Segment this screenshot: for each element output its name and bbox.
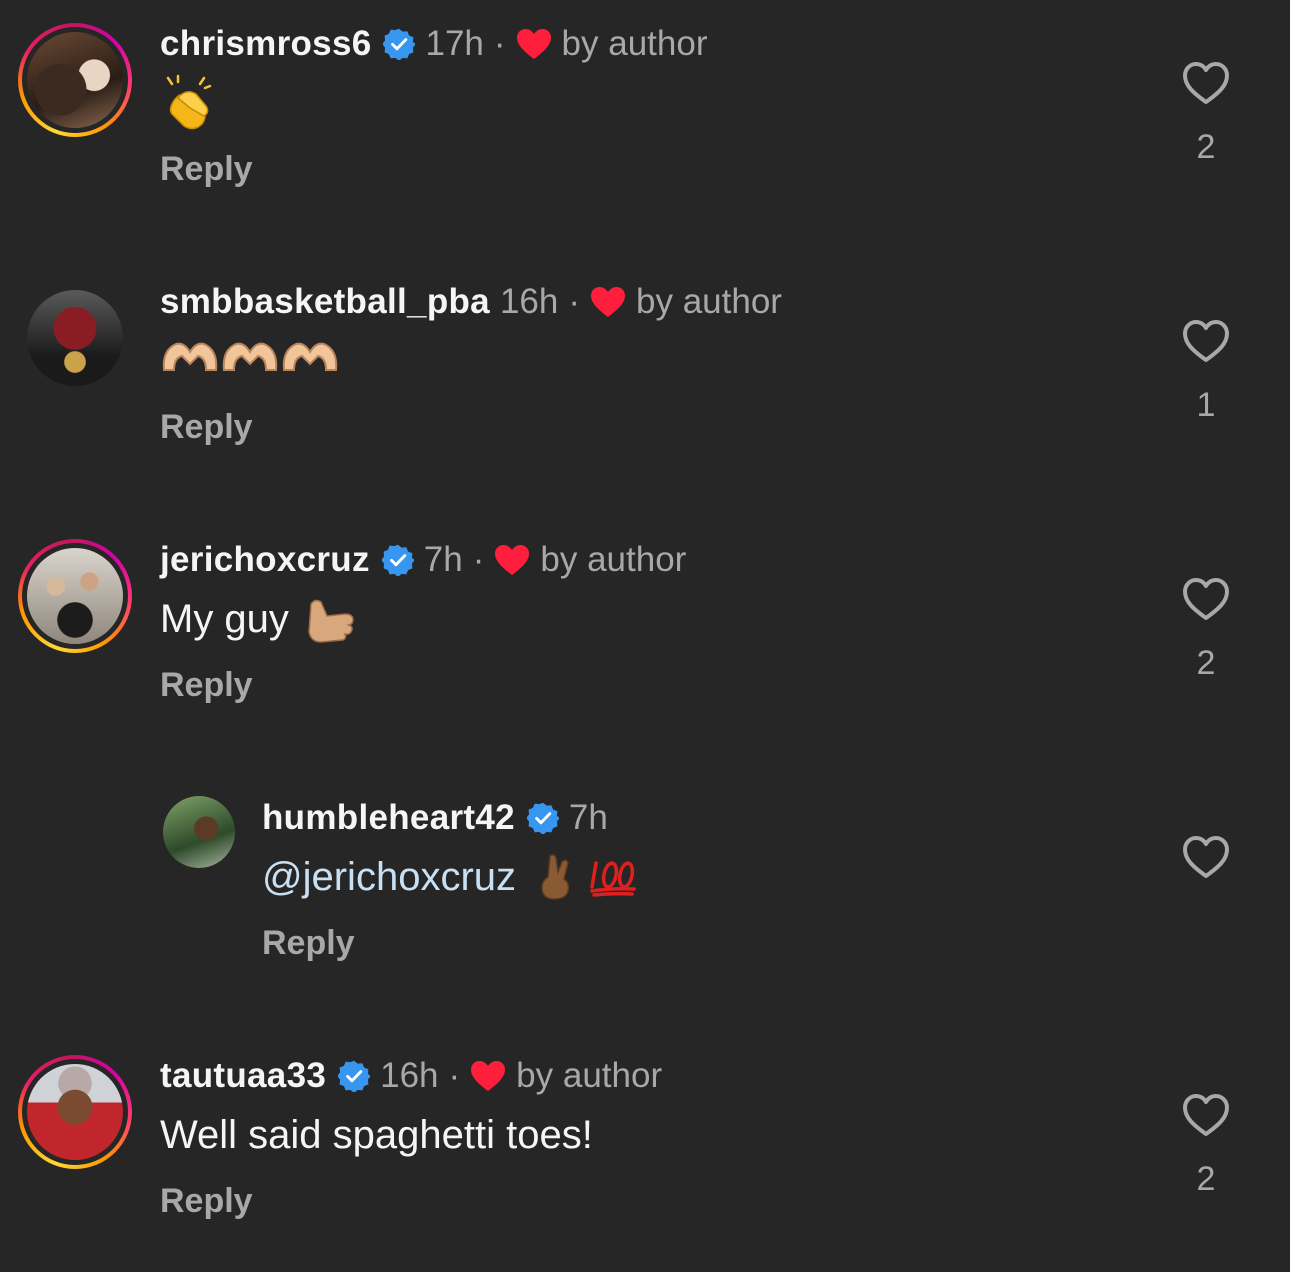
comment-text: @jerichoxcruz <box>262 852 638 902</box>
verified-badge-icon <box>527 802 559 834</box>
like-control: 2 <box>1180 576 1232 683</box>
comment-text <box>160 336 340 380</box>
comment-item: tautuaa33 16h · by author Well said spag… <box>0 1032 1290 1272</box>
mention-link[interactable]: @jerichoxcruz <box>262 852 516 902</box>
like-control: 1 <box>1180 318 1232 425</box>
avatar[interactable] <box>18 1055 132 1169</box>
nested-reply-item: humbleheart42 7h @jerichoxcruz Reply <box>0 774 1290 1032</box>
reply-button[interactable]: Reply <box>160 408 253 447</box>
comment-time: 16h <box>380 1056 439 1095</box>
separator-dot: · <box>493 24 506 63</box>
avatar[interactable] <box>18 539 132 653</box>
comment-text-content: Well said spaghetti toes! <box>160 1113 593 1157</box>
comment-item: smbbasketball_pba 16h · by author Reply … <box>0 258 1290 516</box>
hundred-points-icon <box>590 861 636 897</box>
like-count: 1 <box>1196 386 1216 424</box>
heart-hands-icon <box>162 342 338 371</box>
comment-username[interactable]: jerichoxcruz <box>160 538 370 582</box>
comment-time: 17h <box>425 24 484 63</box>
comment-item: chrismross6 17h · by author Reply 2 <box>0 0 1290 258</box>
comment-text-content: My guy <box>160 597 289 641</box>
like-control <box>1180 834 1232 880</box>
liked-by-author-label: by author <box>516 1056 663 1095</box>
comment-time: 7h <box>568 798 608 837</box>
comment-username[interactable]: humbleheart42 <box>262 796 515 840</box>
comment-time: 16h <box>499 282 559 321</box>
reply-button[interactable]: Reply <box>160 150 253 189</box>
reply-button[interactable]: Reply <box>262 924 355 963</box>
reply-button[interactable]: Reply <box>160 666 253 705</box>
liked-by-author-heart-icon <box>516 28 552 60</box>
comment-text <box>160 74 220 132</box>
verified-badge-icon <box>382 544 414 576</box>
separator-dot: · <box>448 1056 461 1095</box>
heart-outline-icon[interactable] <box>1181 1092 1231 1138</box>
verified-badge-icon <box>338 1060 370 1092</box>
heart-outline-icon[interactable] <box>1181 60 1231 106</box>
separator-dot: · <box>472 540 485 579</box>
comment-text: Well said spaghetti toes! <box>160 1110 593 1160</box>
liked-by-author-heart-icon <box>590 286 626 318</box>
comment-text: My guy <box>160 594 359 644</box>
avatar[interactable] <box>163 796 235 868</box>
heart-outline-icon[interactable] <box>1181 576 1231 622</box>
comment-username[interactable]: chrismross6 <box>160 22 371 66</box>
crossed-fingers-icon <box>541 854 570 900</box>
comment-time: 7h <box>423 540 463 579</box>
comment-username[interactable]: smbbasketball_pba <box>160 280 490 324</box>
liked-by-author-heart-icon <box>470 1060 506 1092</box>
call-me-hand-icon <box>308 599 354 643</box>
heart-outline-icon[interactable] <box>1181 834 1231 880</box>
avatar[interactable] <box>18 281 132 395</box>
like-count: 2 <box>1196 1160 1216 1198</box>
liked-by-author-label: by author <box>540 540 687 579</box>
like-control: 2 <box>1180 60 1232 167</box>
separator-dot: · <box>568 282 581 321</box>
like-count: 2 <box>1196 128 1216 166</box>
avatar[interactable] <box>18 23 132 137</box>
comment-item: jerichoxcruz 7h · by author My guy Reply… <box>0 516 1290 774</box>
heart-outline-icon[interactable] <box>1181 318 1231 364</box>
comment-username[interactable]: tautuaa33 <box>160 1054 326 1098</box>
reply-button[interactable]: Reply <box>160 1182 253 1221</box>
clapping-hands-icon <box>166 74 212 130</box>
liked-by-author-label: by author <box>561 24 708 63</box>
verified-badge-icon <box>383 28 415 60</box>
liked-by-author-label: by author <box>636 282 782 321</box>
like-count: 2 <box>1196 644 1216 682</box>
like-control: 2 <box>1180 1092 1232 1199</box>
liked-by-author-heart-icon <box>494 544 530 576</box>
